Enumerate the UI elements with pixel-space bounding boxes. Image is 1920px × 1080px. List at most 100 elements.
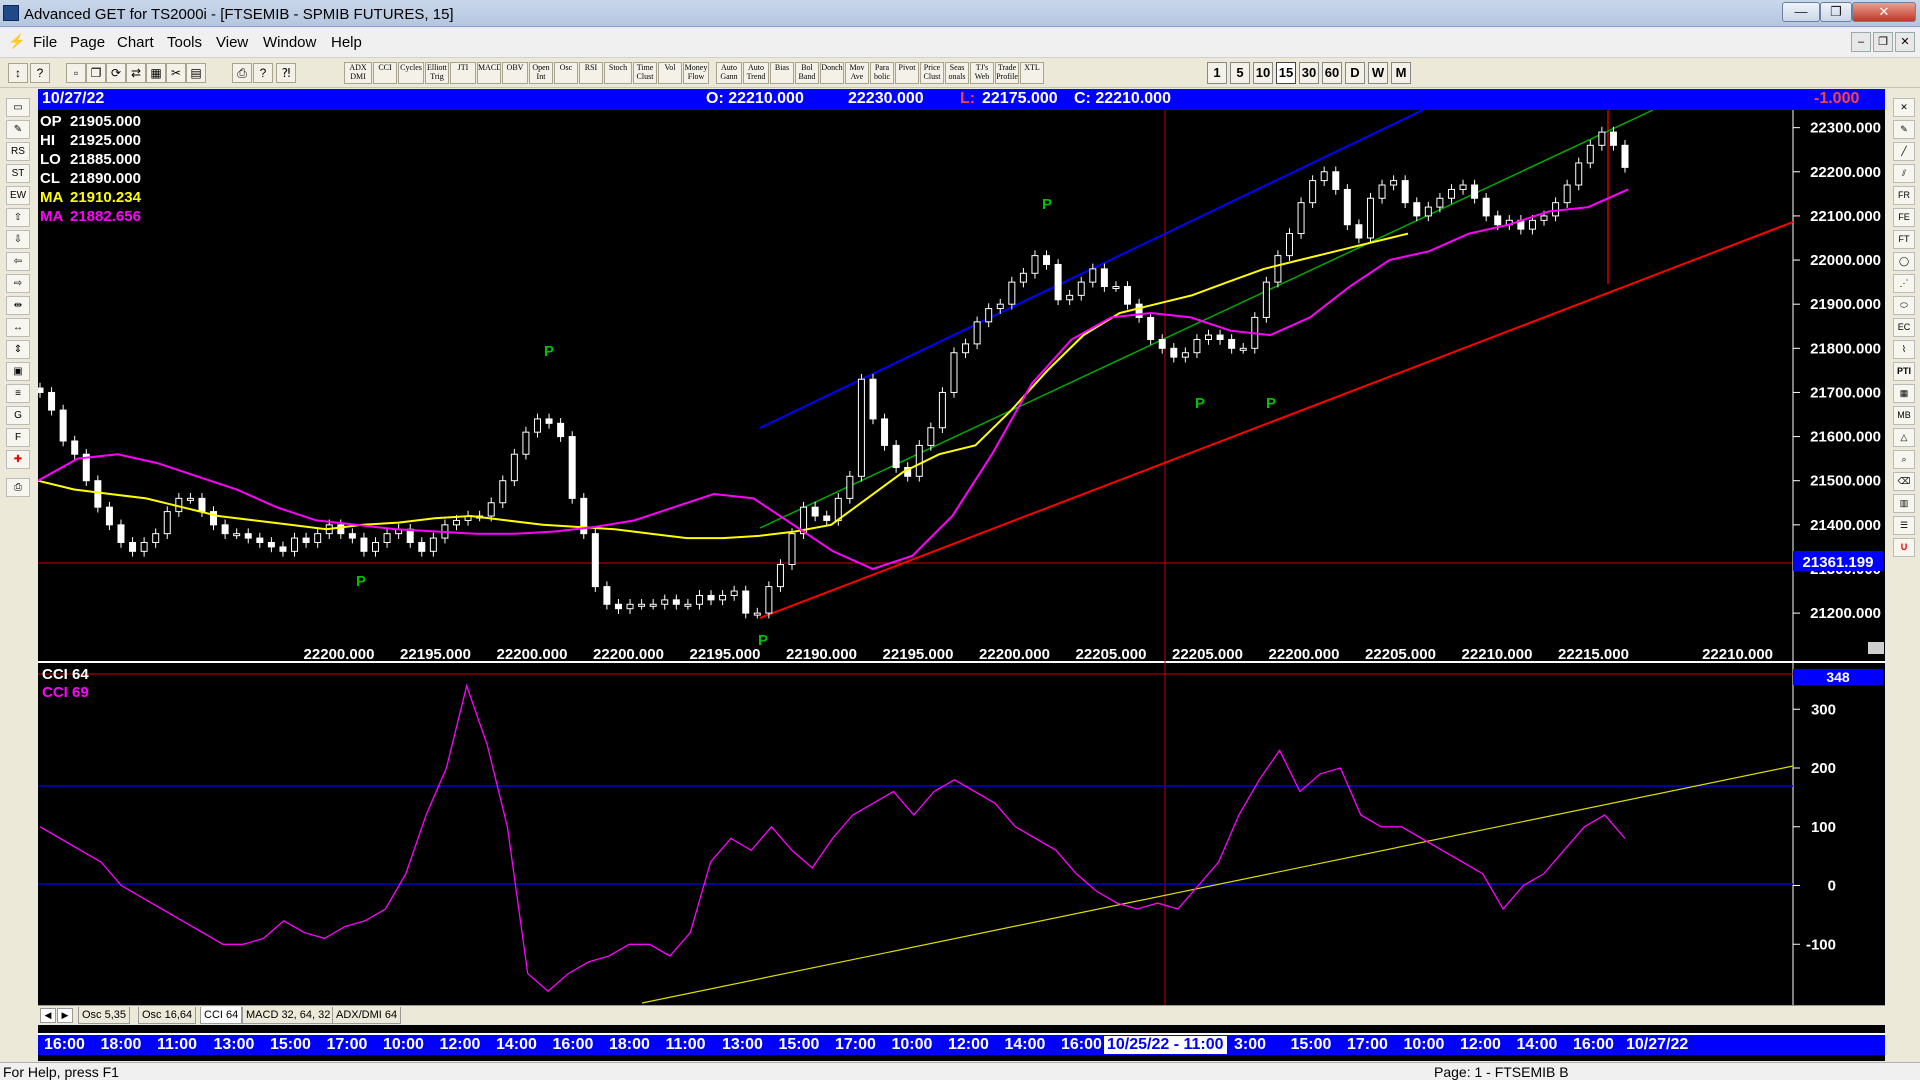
draw-icon[interactable]: ✎	[6, 120, 30, 139]
study-open-int-button[interactable]: Open Int	[529, 62, 553, 84]
reset-icon[interactable]: RS	[6, 142, 30, 161]
link-icon[interactable]: ⇄	[126, 63, 146, 83]
pointer-icon[interactable]: ↕	[8, 63, 28, 83]
tab-osc-5-35[interactable]: Osc 5,35	[78, 1007, 131, 1024]
mob-icon[interactable]: MB	[1893, 406, 1915, 425]
timeframe-M-button[interactable]: M	[1391, 62, 1411, 84]
tab-osc-16-64[interactable]: Osc 16,64	[138, 1007, 197, 1024]
box-icon[interactable]: ▣	[6, 362, 30, 381]
timeframe-1-button[interactable]: 1	[1207, 62, 1227, 84]
study-jti-button[interactable]: JTI	[450, 62, 476, 84]
study-trade-profile-button[interactable]: Trade Profile	[995, 62, 1019, 84]
study-para-bolic-button[interactable]: Para bolic	[870, 62, 894, 84]
close-button[interactable]: ✕	[1852, 2, 1916, 22]
arrow-up-icon[interactable]: ⇧	[6, 208, 30, 227]
menu-file[interactable]: File	[33, 34, 57, 51]
price-panel[interactable]: PPPPP P 22300.00022200.00022100.00022000.…	[38, 110, 1885, 1005]
study-elliott-trig-button[interactable]: Elliott Trig	[425, 62, 449, 84]
fan-icon[interactable]: ⋰	[1893, 274, 1915, 293]
mdi-minimize-button[interactable]: –	[1851, 32, 1871, 52]
grid-icon[interactable]: ▦	[146, 63, 166, 83]
trendline-icon[interactable]: ╱	[1893, 142, 1915, 161]
study-money-flow-button[interactable]: Money Flow	[683, 62, 709, 84]
menu-help[interactable]: Help	[331, 34, 362, 51]
close-tool-icon[interactable]: ✕	[1893, 98, 1915, 117]
pencil-icon[interactable]: ✎	[1893, 120, 1915, 139]
study-mov-ave-button[interactable]: Mov Ave	[845, 62, 869, 84]
context-help-icon[interactable]: ⁈	[276, 63, 296, 83]
refresh-icon[interactable]: ⟳	[106, 63, 126, 83]
timeframe-5-button[interactable]: 5	[1230, 62, 1250, 84]
mdi-restore-button[interactable]: ❐	[1873, 32, 1893, 52]
arrow-right-icon[interactable]: ⇨	[6, 274, 30, 293]
expand-icon[interactable]: ↔	[6, 318, 30, 337]
circle-icon[interactable]: ◯	[1893, 252, 1915, 271]
study-cycles-button[interactable]: Cycles	[398, 62, 424, 84]
menu-tools[interactable]: Tools	[167, 34, 202, 51]
study-auto-gann-button[interactable]: Auto Gann	[716, 62, 742, 84]
print-icon[interactable]: ⎙	[232, 63, 252, 83]
study-bol-band-button[interactable]: Bol Band	[795, 62, 819, 84]
help-cursor-icon[interactable]: ?	[30, 63, 50, 83]
study-vol-button[interactable]: Vol	[658, 62, 682, 84]
tab-cci-64[interactable]: CCI 64	[200, 1007, 243, 1024]
menu-page[interactable]: Page	[70, 34, 105, 51]
study-time-clust-button[interactable]: Time Clust	[633, 62, 657, 84]
grid-tool-icon[interactable]: ▦	[1893, 384, 1915, 403]
study-macd-button[interactable]: MACD	[477, 62, 501, 84]
mdi-close-button[interactable]: ✕	[1895, 32, 1915, 52]
cci-oscillator-panel[interactable]: 300 200 100 0 -100 348 CCI 64 CCI 69	[38, 666, 1883, 1004]
lines-icon[interactable]: ≡	[6, 384, 30, 403]
tab-adx-dmi[interactable]: ADX/DMI 64	[332, 1007, 402, 1024]
study-obv-button[interactable]: OBV	[502, 62, 528, 84]
fib-retracement-icon[interactable]: FR	[1893, 186, 1915, 205]
copy-icon[interactable]: ❐	[86, 63, 106, 83]
study-tj-s-web-button[interactable]: TJ's Web	[970, 62, 994, 84]
eraser-icon[interactable]: ⌫	[1893, 472, 1915, 491]
study-donch-button[interactable]: Donch	[820, 62, 844, 84]
arrow-down-icon[interactable]: ⇩	[6, 230, 30, 249]
study-price-clust-button[interactable]: Price Clust	[920, 62, 944, 84]
ecps-icon[interactable]: EC	[1893, 318, 1915, 337]
menu-chart[interactable]: Chart	[117, 34, 154, 51]
scissors-icon[interactable]: ✂	[166, 63, 186, 83]
study-auto-trend-button[interactable]: Auto Trend	[743, 62, 769, 84]
timeframe-10-button[interactable]: 10	[1253, 62, 1273, 84]
timeframe-60-button[interactable]: 60	[1322, 62, 1342, 84]
crosshair-icon[interactable]: ✚	[6, 450, 30, 469]
tile-icon[interactable]: ▤	[186, 63, 206, 83]
menu-view[interactable]: View	[216, 34, 248, 51]
tab-macd[interactable]: MACD 32, 64, 32	[242, 1007, 335, 1024]
compress-icon[interactable]: ⇹	[6, 296, 30, 315]
zoom-icon[interactable]: ⌕	[1893, 450, 1915, 469]
new-page-icon[interactable]: ▫	[66, 63, 86, 83]
triangle-icon[interactable]: △	[1893, 428, 1915, 447]
study-pivot-button[interactable]: Pivot	[895, 62, 919, 84]
pti-icon[interactable]: PTI	[1893, 362, 1915, 381]
list-icon[interactable]: ☰	[1893, 516, 1915, 535]
print-page-icon[interactable]: ⎙	[6, 478, 30, 497]
elliott-icon[interactable]: EW	[6, 186, 30, 205]
fib-icon[interactable]: F	[6, 428, 30, 447]
study-adx-dmi-button[interactable]: ADX DMI	[344, 62, 372, 84]
fib-extension-icon[interactable]: FE	[1893, 208, 1915, 227]
study-stoch-button[interactable]: Stoch	[604, 62, 632, 84]
folder-icon[interactable]: ▭	[6, 98, 30, 117]
arrow-left-icon[interactable]: ⇦	[6, 252, 30, 271]
maximize-button[interactable]: ❐	[1820, 2, 1852, 22]
timeframe-15-button[interactable]: 15	[1276, 62, 1296, 84]
menu-window[interactable]: Window	[263, 34, 316, 51]
study-bias-button[interactable]: Bias	[770, 62, 794, 84]
study-icon[interactable]: ST	[6, 164, 30, 183]
stats-icon[interactable]: ▥	[1893, 494, 1915, 513]
study-xtl-button[interactable]: XTL	[1020, 62, 1044, 84]
fib-time-icon[interactable]: FT	[1893, 230, 1915, 249]
minimize-button[interactable]: —	[1782, 2, 1820, 22]
gann-icon[interactable]: G	[6, 406, 30, 425]
study-seas-onals-button[interactable]: Seas onals	[945, 62, 969, 84]
chart-canvas[interactable]: PPPPP P 22300.00022200.00022100.00022000.…	[38, 110, 1885, 1005]
timeframe-W-button[interactable]: W	[1368, 62, 1388, 84]
tab-prev-button[interactable]: ◀	[40, 1008, 56, 1023]
candles-group[interactable]	[38, 126, 1629, 619]
study-rsi-button[interactable]: RSI	[579, 62, 603, 84]
